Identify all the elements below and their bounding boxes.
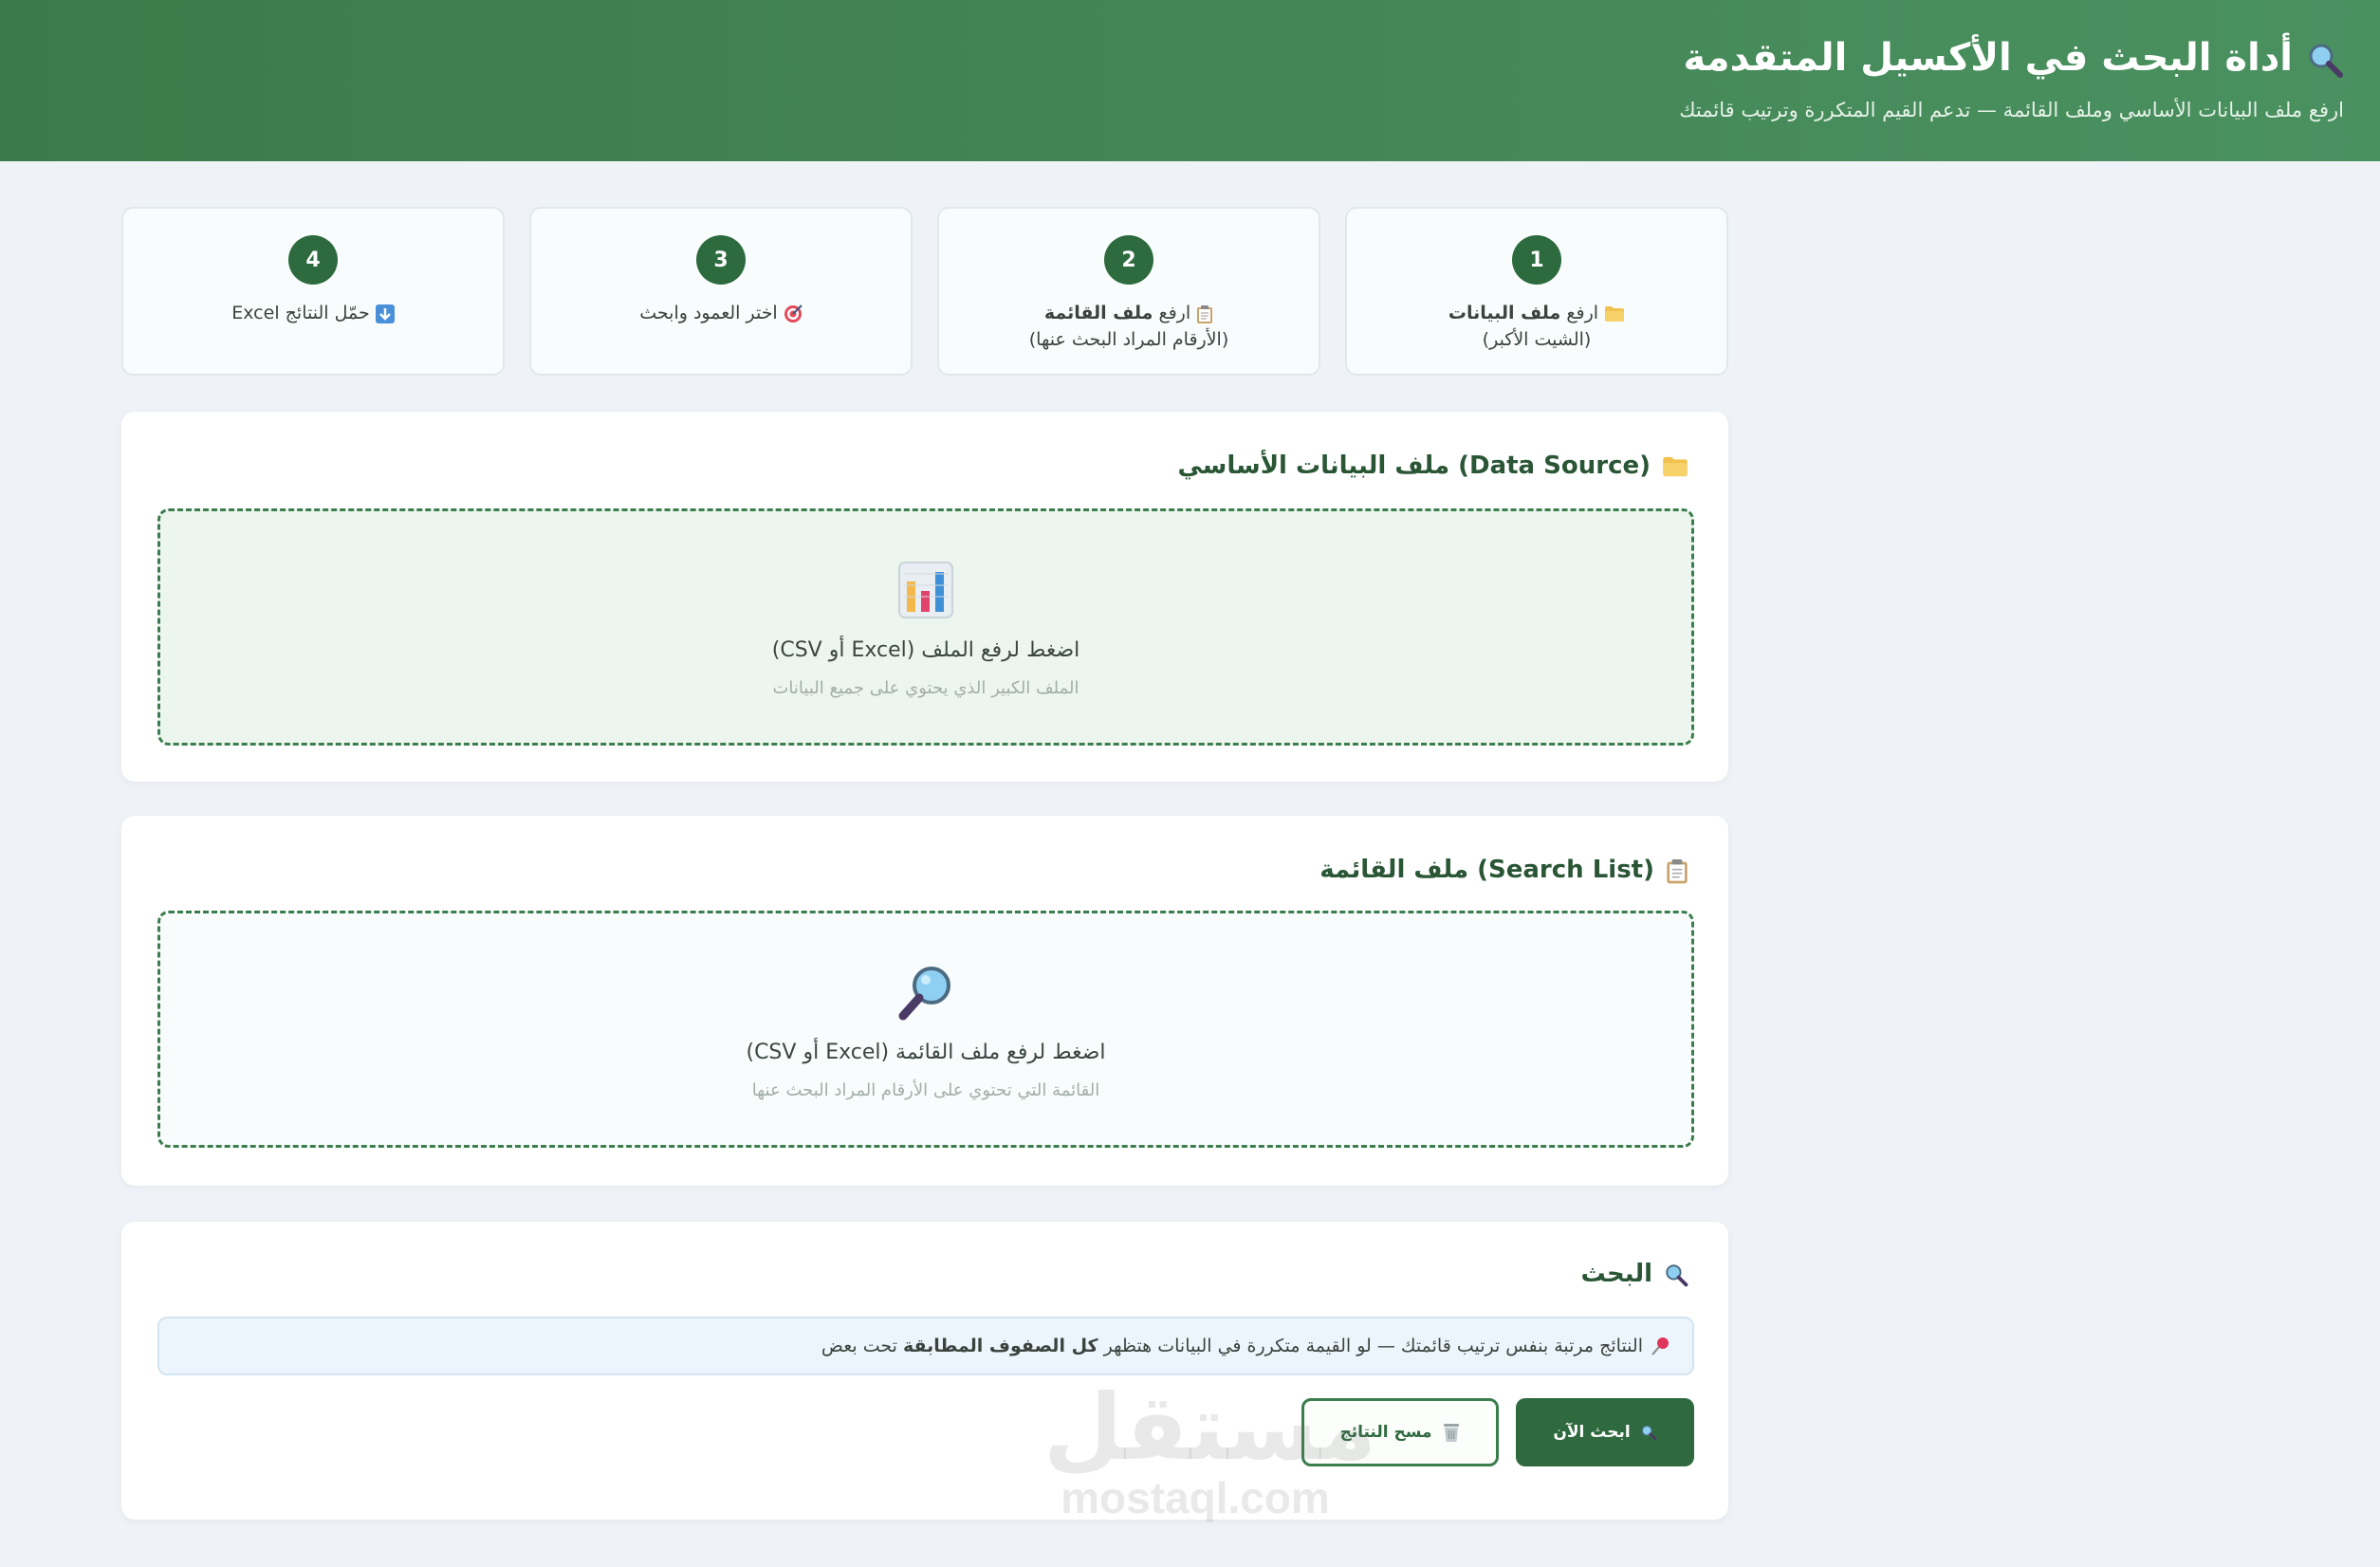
page-title-text: أداة البحث في الأكسيل المتقدمة	[1683, 36, 2293, 80]
dropzone-hint: القائمة التي تحتوي على الأرقام المراد ال…	[751, 1080, 1100, 1100]
folder-icon	[1598, 303, 1625, 323]
step-label: ارفع ملف القائمة (الأرقام المراد البحث ع…	[1028, 303, 1229, 350]
dropzone-main-text: اضغط لرفع ملف القائمة (Excel أو CSV)	[746, 1041, 1106, 1064]
step-label: اختر العمود وابحث	[531, 300, 911, 326]
step-number: 3	[696, 235, 746, 285]
page-subtitle: ارفع ملف البيانات الأساسي وملف القائمة —…	[1679, 99, 2344, 121]
magnifier-icon	[2306, 36, 2344, 80]
magnifier-icon	[1640, 1423, 1657, 1442]
step-number: 2	[1104, 235, 1153, 285]
step-3-choose-column: 3 اختر العمود وابحث	[529, 207, 913, 376]
down-arrow-icon	[370, 303, 395, 323]
card-title: البحث	[1580, 1260, 1688, 1288]
step-2-upload-list: 2 ارفع ملف القائمة (الأرقام المراد البحث…	[937, 207, 1320, 376]
data-source-dropzone[interactable]: اضغط لرفع الملف (Excel أو CSV) الملف الك…	[157, 508, 1694, 746]
search-list-card: ملف القائمة (Search List) اضغط لرفع ملف …	[121, 816, 1728, 1186]
step-label: حمّل النتائج Excel	[123, 300, 503, 326]
step-4-download: 4 حمّل النتائج Excel	[121, 207, 505, 376]
page-title: أداة البحث في الأكسيل المتقدمة	[1684, 36, 2344, 80]
bar-chart-icon	[897, 561, 954, 623]
step-number: 4	[288, 235, 338, 285]
clear-results-button[interactable]: مسح النتائج	[1301, 1398, 1499, 1466]
steps-bar: 4 حمّل النتائج Excel 3 اختر العمود وابحث…	[121, 207, 1728, 376]
clipboard-icon	[1190, 303, 1213, 323]
note-text: النتائج مرتبة بنفس ترتيب قائمتك — لو الق…	[821, 1336, 1643, 1356]
trash-icon	[1442, 1422, 1461, 1443]
card-title: ملف البيانات الأساسي (Data Source)	[1177, 452, 1688, 480]
step-1-upload-data: 1 ارفع ملف البيانات (الشيت الأكبر)	[1345, 207, 1728, 376]
search-list-dropzone[interactable]: اضغط لرفع ملف القائمة (Excel أو CSV) الق…	[157, 911, 1694, 1148]
card-title: ملف القائمة (Search List)	[1319, 856, 1688, 884]
search-card: البحث النتائج مرتبة بنفس ترتيب قائمتك — …	[121, 1222, 1728, 1520]
step-label: ارفع ملف البيانات (الشيت الأكبر)	[1347, 300, 1726, 353]
app-header: أداة البحث في الأكسيل المتقدمة ارفع ملف …	[0, 0, 2380, 161]
magnifier-icon	[895, 963, 956, 1027]
data-source-card: ملف البيانات الأساسي (Data Source) اضغط …	[121, 412, 1728, 782]
folder-icon	[1662, 452, 1688, 480]
search-now-button[interactable]: ابحث الآن	[1516, 1398, 1694, 1466]
search-info-note: النتائج مرتبة بنفس ترتيب قائمتك — لو الق…	[157, 1317, 1694, 1375]
step-number: 1	[1512, 235, 1561, 285]
target-icon	[778, 303, 803, 323]
dropzone-hint: الملف الكبير الذي يحتوي على جميع البيانا…	[772, 678, 1079, 698]
pushpin-icon	[1651, 1336, 1671, 1357]
dropzone-main-text: اضغط لرفع الملف (Excel أو CSV)	[771, 638, 1080, 662]
clipboard-icon	[1666, 856, 1688, 884]
magnifier-icon	[1664, 1260, 1688, 1288]
